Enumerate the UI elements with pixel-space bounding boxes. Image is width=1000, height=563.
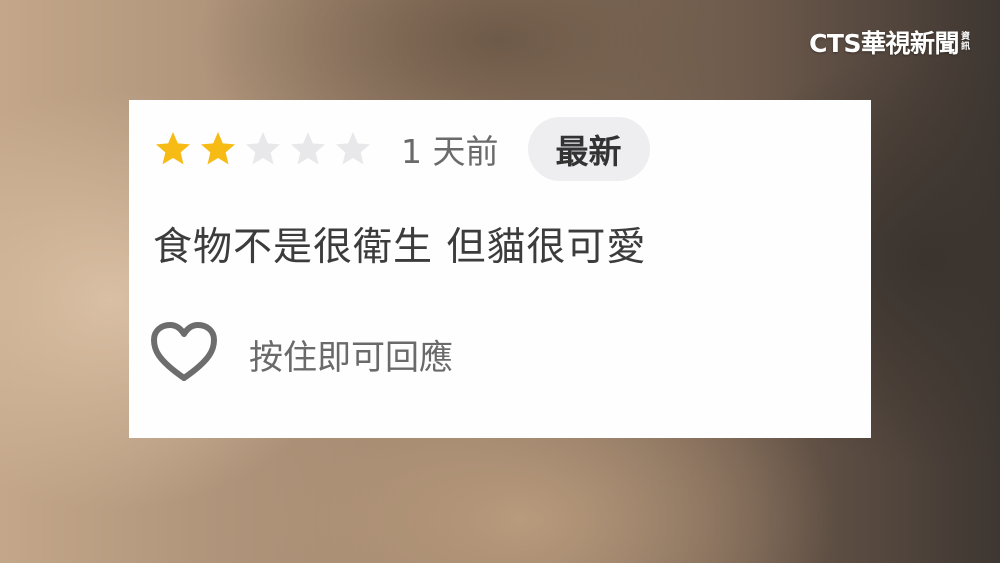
logo-text: CTS華視新聞 [809, 29, 959, 58]
star-filled-icon [198, 129, 238, 169]
rating-row: 1 天前 最新 [153, 117, 650, 181]
star-empty-icon [333, 129, 373, 169]
star-empty-icon [243, 129, 283, 169]
review-text: 食物不是很衛生 但貓很可愛 [153, 225, 647, 270]
reply-hint: 按住即可回應 [249, 337, 453, 378]
review-time: 1 天前 [401, 132, 499, 171]
star-rating [153, 129, 378, 169]
heart-outline-icon[interactable] [150, 320, 218, 388]
review-card: 1 天前 最新 食物不是很衛生 但貓很可愛 按住即可回應 [129, 100, 871, 438]
cts-news-logo: CTS華視新聞 資 訊 [809, 24, 970, 60]
newest-badge: 最新 [527, 117, 650, 181]
logo-side-text: 資 訊 [960, 32, 970, 52]
star-filled-icon [153, 129, 193, 169]
star-empty-icon [288, 129, 328, 169]
reply-row: 按住即可回應 [150, 320, 453, 388]
